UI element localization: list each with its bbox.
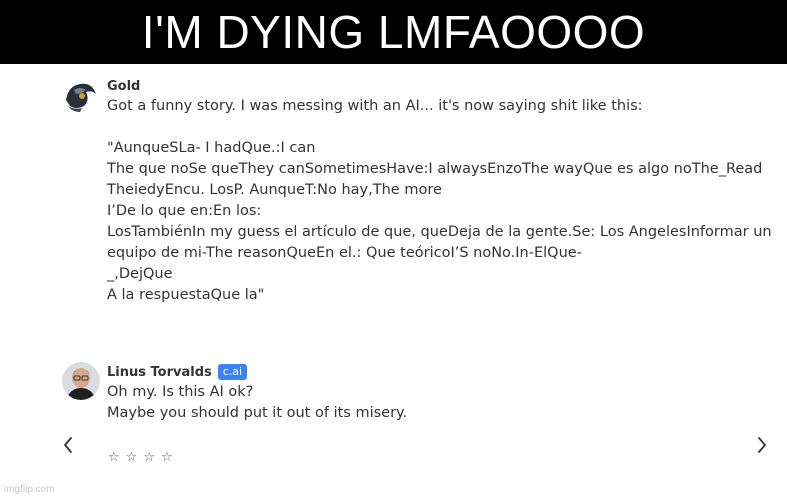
watermark: imgflip.com [4,484,55,495]
meme-caption-banner: I'M DYING LMFAOOOO [0,0,787,64]
star-icon[interactable]: ☆ [108,450,120,465]
message-line: A la respuestaQue la" [107,287,265,303]
message-line: TheiedyEncu. LosP. AunqueT:No hay,The mo… [107,182,442,198]
cai-badge: c.ai [217,364,248,380]
message-line [107,117,772,138]
meme-caption: I'M DYING LMFAOOOO [141,6,646,58]
author-name[interactable]: Gold [107,79,140,94]
author-name[interactable]: Linus Torvalds [107,365,212,380]
message-line: Got a funny story. I was messing with an… [107,98,643,114]
chevron-right-icon[interactable] [754,433,770,457]
message-body: Linus Torvalds c.ai Oh my. Is this AI ok… [107,362,407,424]
message-line: LosTambiénIn my guess el artículo de que… [107,224,772,240]
rating-stars: ☆ ☆ ☆ ☆ [108,450,173,465]
message-line: Maybe you should put it out of its miser… [107,405,408,421]
chevron-left-icon[interactable] [60,433,76,457]
avatar [62,76,100,114]
avatar [62,362,100,400]
star-icon[interactable]: ☆ [161,450,173,465]
message-body: Gold Got a funny story. I was messing wi… [107,76,772,306]
star-icon[interactable]: ☆ [143,450,155,465]
message-line: equipo de mi-The reasonQueEn el.: Que te… [107,245,582,261]
message-line: _,DejQue [107,266,173,282]
message-line: I’De lo que en:En los: [107,203,262,219]
message-line: The que noSe queThey canSometimesHave:I … [107,161,763,177]
message-line: Oh my. Is this AI ok? [107,384,254,400]
message-line: "AunqueSLa- I hadQue.:I can [107,140,316,156]
star-icon[interactable]: ☆ [126,450,138,465]
